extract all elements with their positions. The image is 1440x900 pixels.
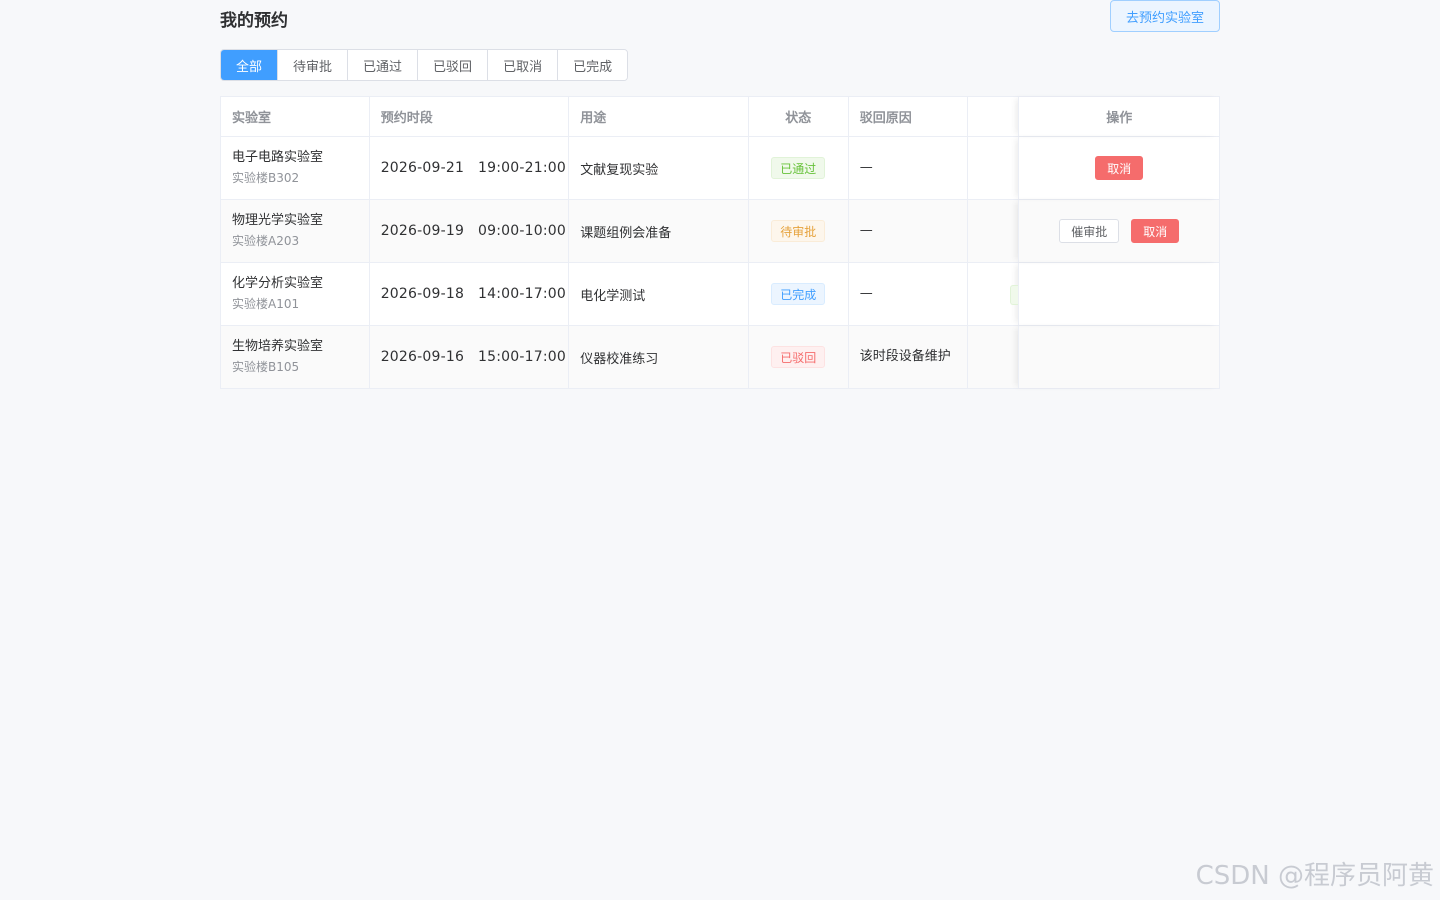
- purpose-text: 课题组例会准备: [580, 225, 672, 241]
- status-badge: 已驳回: [771, 346, 826, 368]
- column-header-lab: 实验室: [221, 97, 370, 136]
- table-row: 电子电路实验室 实验楼B302 2026-09-21 19:00-21:00 文…: [221, 136, 1219, 199]
- urge-approval-button[interactable]: 催审批: [1059, 219, 1120, 243]
- status-filter-tabs: 全部 待审批 已通过 已驳回 已取消 已完成: [220, 49, 629, 81]
- page-header: 我的预约 去预约实验室: [220, 0, 1220, 34]
- time-slot: 2026-09-21 19:00-21:00: [380, 160, 566, 176]
- lab-cell: 化学分析实验室 实验楼A101: [221, 263, 370, 325]
- spacer-cell: [968, 200, 1018, 262]
- column-spacer: [968, 97, 1018, 136]
- time-slot: 2026-09-16 15:00-17:00: [380, 349, 566, 365]
- actions-cell: 催审批 取消: [1018, 200, 1219, 262]
- tab-rejected[interactable]: 已驳回: [417, 50, 488, 80]
- page: 我的预约 去预约实验室 全部 待审批 已通过 已驳回 已取消 已完成 实验室 预…: [0, 0, 1440, 900]
- lab-cell: 电子电路实验室 实验楼B302: [221, 137, 370, 199]
- column-header-use: 用途: [569, 97, 749, 136]
- time-slot: 2026-09-19 09:00-10:00: [380, 223, 566, 239]
- column-header-actions: 操作: [1018, 97, 1219, 136]
- use-cell: 文献复现实验: [569, 137, 749, 199]
- tab-all[interactable]: 全部: [221, 50, 278, 80]
- hidden-column-tag-edge: [1010, 285, 1018, 305]
- reject-reason: —: [859, 160, 873, 175]
- actions-cell: [1018, 326, 1219, 388]
- reason-cell: —: [849, 200, 969, 262]
- reject-reason: 该时段设备维护: [859, 349, 951, 364]
- table-header-row: 实验室 预约时段 用途 状态 驳回原因 操作: [221, 97, 1219, 136]
- time-slot: 2026-09-18 14:00-17:00: [380, 286, 566, 302]
- time-cell: 2026-09-16 15:00-17:00: [370, 326, 570, 388]
- page-title: 我的预约: [220, 11, 288, 31]
- cancel-button[interactable]: 取消: [1095, 156, 1144, 180]
- lab-name: 生物培养实验室: [232, 339, 324, 354]
- time-cell: 2026-09-19 09:00-10:00: [370, 200, 570, 262]
- time-cell: 2026-09-21 19:00-21:00: [370, 137, 570, 199]
- reason-cell: 该时段设备维护: [849, 326, 969, 388]
- use-cell: 课题组例会准备: [569, 200, 749, 262]
- status-cell: 已驳回: [749, 326, 849, 388]
- lab-name: 物理光学实验室: [232, 213, 324, 228]
- table-row: 物理光学实验室 实验楼A203 2026-09-19 09:00-10:00 课…: [221, 199, 1219, 262]
- tab-cancelled[interactable]: 已取消: [487, 50, 558, 80]
- reject-reason: —: [859, 223, 873, 238]
- lab-location: 实验楼B302: [232, 171, 300, 185]
- status-badge: 已完成: [771, 283, 826, 305]
- cancel-button[interactable]: 取消: [1131, 219, 1180, 243]
- reject-reason: —: [859, 286, 873, 301]
- reason-cell: —: [849, 137, 969, 199]
- lab-cell: 生物培养实验室 实验楼B105: [221, 326, 370, 388]
- actions-cell: 取消: [1018, 137, 1219, 199]
- tab-approved[interactable]: 已通过: [347, 50, 418, 80]
- book-lab-button[interactable]: 去预约实验室: [1109, 0, 1220, 32]
- spacer-cell: [968, 326, 1018, 388]
- tab-completed[interactable]: 已完成: [557, 50, 628, 80]
- reason-cell: —: [849, 263, 969, 325]
- lab-location: 实验楼B105: [232, 360, 300, 374]
- purpose-text: 仪器校准练习: [580, 351, 659, 367]
- use-cell: 仪器校准练习: [569, 326, 749, 388]
- lab-location: 实验楼A203: [232, 234, 300, 248]
- use-cell: 电化学测试: [569, 263, 749, 325]
- tab-pending[interactable]: 待审批: [277, 50, 348, 80]
- reservations-table: 实验室 预约时段 用途 状态 驳回原因 操作 电子电路实验室 实验楼B302 2…: [220, 96, 1220, 389]
- watermark: CSDN @程序员阿黄: [1195, 861, 1434, 891]
- status-badge: 待审批: [771, 220, 826, 242]
- lab-name: 电子电路实验室: [232, 150, 324, 165]
- lab-location: 实验楼A101: [232, 297, 300, 311]
- column-header-reason: 驳回原因: [849, 97, 969, 136]
- table-row: 生物培养实验室 实验楼B105 2026-09-16 15:00-17:00 仪…: [221, 325, 1219, 388]
- column-header-status: 状态: [749, 97, 849, 136]
- status-cell: 待审批: [749, 200, 849, 262]
- purpose-text: 电化学测试: [580, 288, 646, 304]
- status-badge: 已通过: [771, 157, 826, 179]
- time-cell: 2026-09-18 14:00-17:00: [370, 263, 570, 325]
- lab-name: 化学分析实验室: [232, 276, 324, 291]
- status-cell: 已完成: [749, 263, 849, 325]
- purpose-text: 文献复现实验: [580, 162, 659, 178]
- actions-cell: [1018, 263, 1219, 325]
- table-row: 化学分析实验室 实验楼A101 2026-09-18 14:00-17:00 电…: [221, 262, 1219, 325]
- lab-cell: 物理光学实验室 实验楼A203: [221, 200, 370, 262]
- column-header-time: 预约时段: [370, 97, 570, 136]
- status-cell: 已通过: [749, 137, 849, 199]
- spacer-cell: [968, 137, 1018, 199]
